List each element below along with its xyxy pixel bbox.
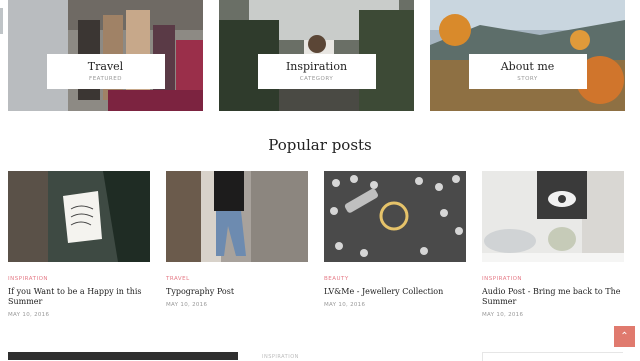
scroll-to-top-button[interactable]: ⌃ — [614, 326, 635, 347]
category-card-about-me[interactable]: About me STORY — [430, 0, 625, 111]
category-subtitle: CATEGORY — [299, 76, 334, 82]
post-title[interactable]: Audio Post - Bring me back to The Summer — [482, 287, 624, 307]
popular-posts-heading: Popular posts — [268, 136, 372, 154]
next-post-image[interactable] — [8, 352, 238, 360]
category-subtitle: STORY — [517, 76, 538, 82]
category-subtitle: FEATURED — [89, 76, 122, 82]
post-thumbnail[interactable] — [324, 171, 466, 262]
post-thumbnail[interactable] — [482, 171, 624, 262]
post-date: MAY 10, 2016 — [324, 302, 366, 308]
post-card: BEAUTY LV&Me - Jewellery Collection MAY … — [324, 171, 466, 308]
post-card: TRAVEL Typography Post MAY 10, 2016 — [166, 171, 308, 308]
category-title: Travel — [87, 60, 124, 73]
post-image — [324, 171, 466, 262]
post-date: MAY 10, 2016 — [482, 312, 524, 318]
post-thumbnail[interactable] — [166, 171, 308, 262]
left-edge-marker — [0, 8, 3, 34]
post-date: MAY 10, 2016 — [166, 302, 208, 308]
category-title: About me — [500, 60, 555, 73]
post-image — [166, 171, 308, 262]
category-card-inspiration[interactable]: Inspiration CATEGORY — [219, 0, 414, 111]
next-post-category[interactable]: INSPIRATION — [262, 354, 299, 360]
post-title[interactable]: Typography Post — [166, 287, 308, 297]
category-label-inspiration: Inspiration CATEGORY — [257, 54, 376, 89]
post-card: INSPIRATION If you Want to be a Happy in… — [8, 171, 150, 318]
post-date: MAY 10, 2016 — [8, 312, 50, 318]
category-card-travel[interactable]: Travel FEATURED — [8, 0, 203, 111]
post-image — [8, 171, 150, 262]
post-category[interactable]: INSPIRATION — [482, 276, 624, 282]
post-category[interactable]: TRAVEL — [166, 276, 308, 282]
post-thumbnail[interactable] — [8, 171, 150, 262]
category-label-about-me: About me STORY — [468, 54, 587, 89]
category-title: Inspiration — [285, 60, 348, 73]
post-title[interactable]: LV&Me - Jewellery Collection — [324, 287, 466, 297]
post-category[interactable]: BEAUTY — [324, 276, 466, 282]
post-image — [482, 171, 624, 262]
post-category[interactable]: INSPIRATION — [8, 276, 150, 282]
arrow-up-icon: ⌃ — [620, 331, 629, 342]
post-title[interactable]: If you Want to be a Happy in this Summer — [8, 287, 150, 307]
post-card: INSPIRATION Audio Post - Bring me back t… — [482, 171, 624, 318]
category-label-travel: Travel FEATURED — [46, 54, 165, 89]
